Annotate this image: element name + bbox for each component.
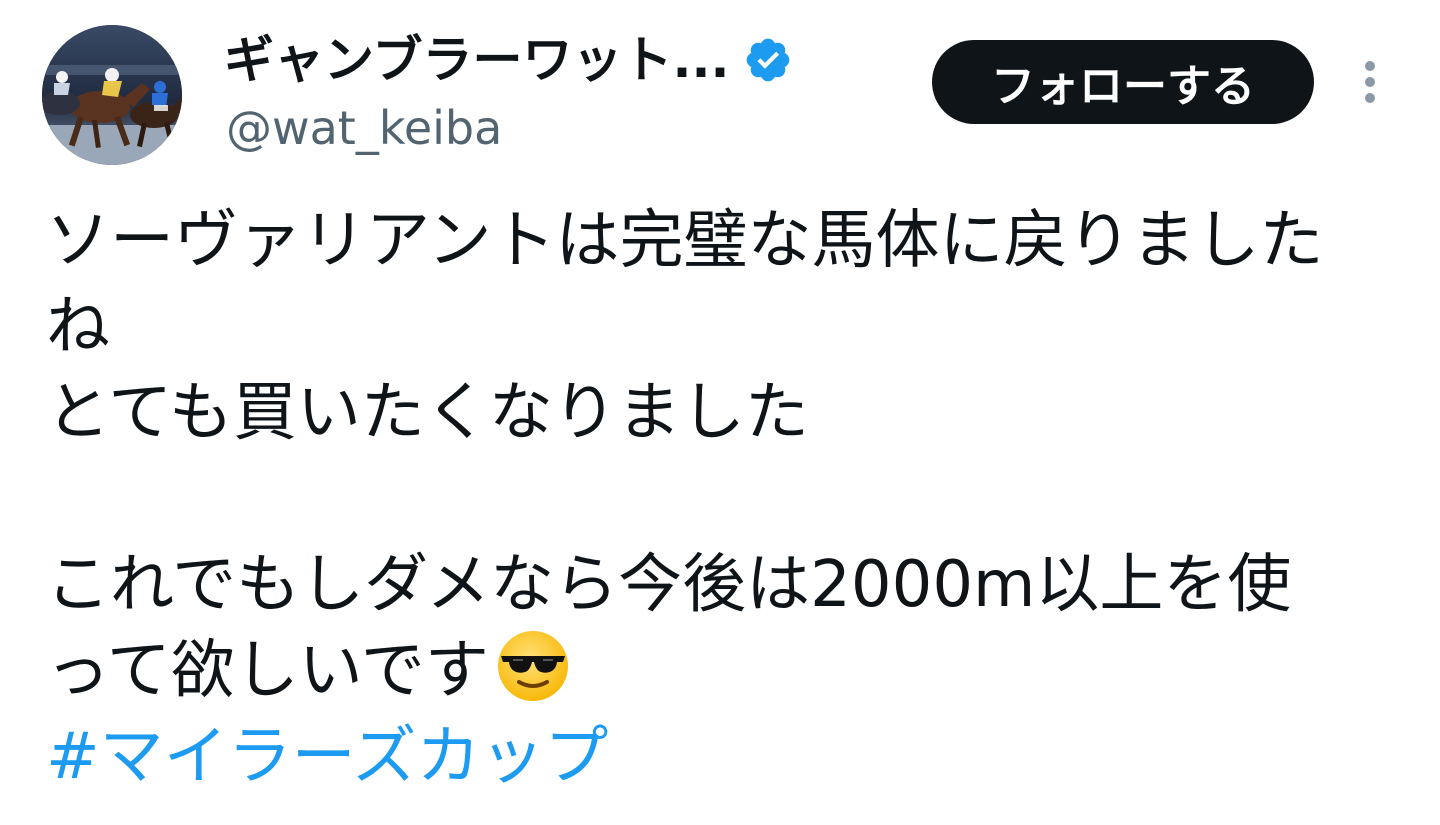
hashtag-line: #マイラーズカップ: [46, 714, 1406, 800]
tweet-line: ね: [46, 290, 110, 364]
tweet-line: とても買いたくなりました: [46, 376, 809, 450]
follow-button[interactable]: フォローする: [932, 40, 1314, 124]
tweet-line: これでもしダメなら今後は2000m以上を使: [46, 548, 1292, 622]
tweet-line-text: って欲しいです: [46, 634, 489, 708]
tweet-line-with-emoji: って欲しいです: [46, 628, 1406, 714]
verified-badge-icon: [743, 35, 793, 85]
tweet-card: ギャンブラーワット... @wat_keiba フォローする ソーヴァリアントは…: [0, 0, 1440, 825]
display-name[interactable]: ギャンブラーワット...: [224, 28, 729, 92]
more-options-button[interactable]: [1350, 52, 1390, 112]
avatar[interactable]: [42, 25, 182, 165]
sunglasses-emoji-icon: [495, 628, 571, 704]
tweet-line: ソーヴァリアントは完璧な馬体に戻りました: [46, 204, 1324, 278]
tweet-body: ソーヴァリアントは完璧な馬体に戻りました ね とても買いたくなりました これでも…: [46, 198, 1406, 800]
horse-racing-avatar-image: [42, 25, 182, 165]
hashtag-link[interactable]: #マイラーズカップ: [46, 720, 608, 794]
author-name-row: ギャンブラーワット...: [224, 28, 793, 92]
vertical-ellipsis-icon: [1365, 61, 1375, 103]
author-handle[interactable]: @wat_keiba: [226, 100, 502, 156]
